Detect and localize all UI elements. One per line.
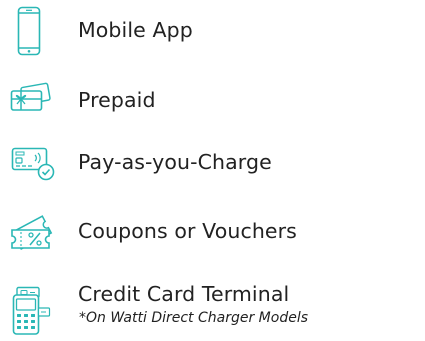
- payment-method-mobile-app: Mobile App: [0, 0, 425, 62]
- payment-method-label: Credit Card Terminal: [78, 282, 290, 306]
- smartphone-icon: [17, 6, 41, 56]
- payment-method-prepaid: Prepaid: [0, 70, 425, 126]
- credit-card-check-icon: [11, 147, 55, 181]
- payment-method-label: Prepaid: [78, 88, 156, 112]
- percent-coupon-icon: [9, 213, 55, 250]
- payment-method-credit-card-terminal: Credit Card Terminal *On Watti Direct Ch…: [0, 268, 425, 341]
- payment-method-note: *On Watti Direct Charger Models: [79, 310, 309, 326]
- payment-method-pay-as-you-charge: Pay-as-you-Charge: [0, 134, 425, 190]
- payment-method-coupons: Coupons or Vouchers: [0, 198, 425, 260]
- payment-method-label: Pay-as-you-Charge: [78, 150, 272, 174]
- card-terminal-icon: [12, 286, 52, 336]
- payment-method-label: Mobile App: [78, 18, 193, 42]
- payment-method-label: Coupons or Vouchers: [78, 219, 297, 243]
- gift-card-icon: [10, 82, 54, 118]
